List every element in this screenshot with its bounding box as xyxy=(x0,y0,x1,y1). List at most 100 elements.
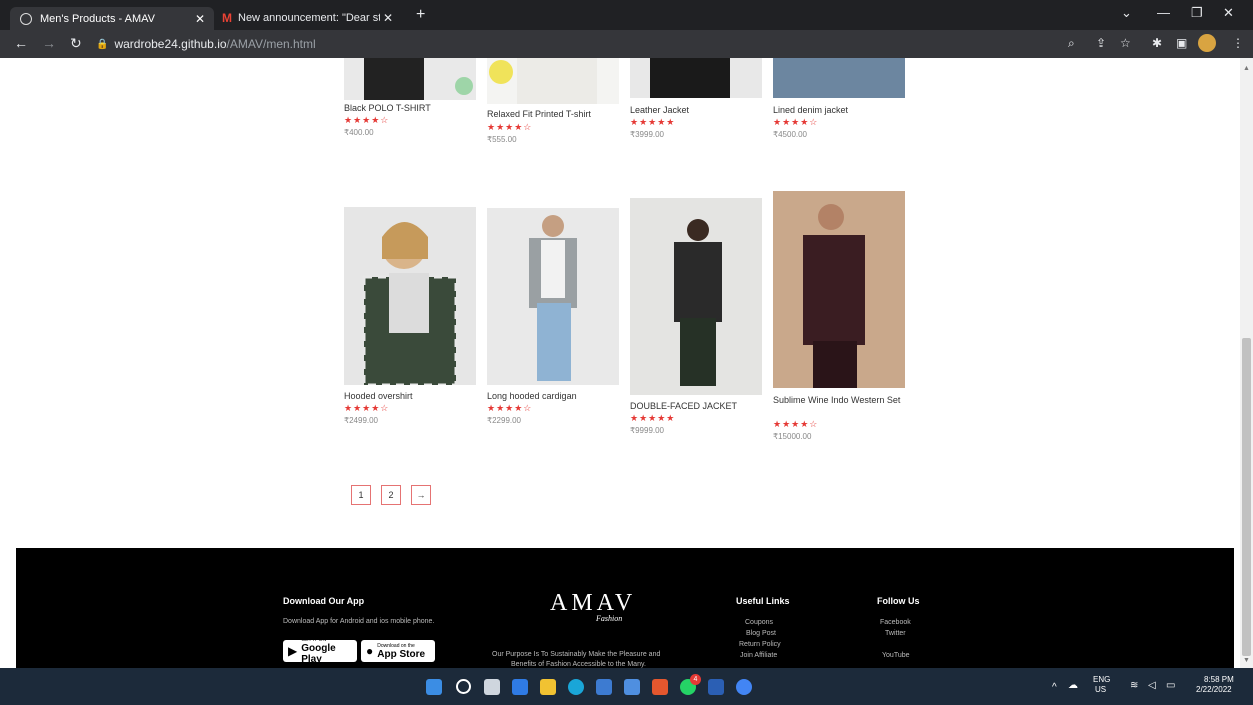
mail-icon[interactable] xyxy=(624,679,640,695)
product-photo xyxy=(674,219,722,386)
widgets-icon[interactable] xyxy=(512,679,528,695)
product-photo xyxy=(803,204,865,388)
wifi-icon[interactable]: ≋ xyxy=(1130,680,1138,691)
product-name[interactable]: Long hooded cardigan xyxy=(487,390,617,402)
language-code[interactable]: ENG xyxy=(1093,675,1110,684)
back-icon[interactable]: ← xyxy=(14,35,28,51)
product-name[interactable]: Black POLO T-SHIRT xyxy=(344,102,474,114)
clock-time[interactable]: 8:58 PM xyxy=(1204,675,1234,684)
windows-start-icon[interactable] xyxy=(426,679,442,695)
tab-gmail[interactable]: M New announcement: "Dear stude ✕ xyxy=(216,6,402,29)
product-name[interactable]: Hooded overshirt xyxy=(344,390,474,402)
play-icon: ▶ xyxy=(288,644,298,658)
volume-icon[interactable]: ◁ xyxy=(1148,680,1156,691)
product-price: ₹4500.00 xyxy=(773,130,808,139)
next-page-button[interactable]: → xyxy=(411,485,431,505)
google-play-button[interactable]: ▶ GET IT ON Google Play xyxy=(283,637,357,665)
whatsapp-badge: 4 xyxy=(690,674,701,685)
apple-icon: ● xyxy=(366,644,374,658)
store-icon[interactable] xyxy=(596,679,612,695)
product-image[interactable] xyxy=(773,191,905,388)
url-field[interactable]: 🔒 wardrobe24.github.io/AMAV/men.html xyxy=(96,33,1096,55)
product-photo xyxy=(650,58,730,98)
maximize-icon[interactable]: ❐ xyxy=(1191,5,1203,21)
profile-avatar[interactable] xyxy=(1198,34,1216,52)
chrome-icon[interactable] xyxy=(736,679,752,695)
rating-stars: ★★★★☆ xyxy=(487,122,533,132)
join-affiliate-link[interactable]: Join Affiliate xyxy=(740,652,777,659)
product-image[interactable] xyxy=(773,58,905,98)
scroll-down-icon[interactable]: ▼ xyxy=(1243,657,1250,664)
product-name[interactable]: Sublime Wine Indo Western Set xyxy=(773,394,903,406)
blog-post-link[interactable]: Blog Post xyxy=(746,630,776,637)
chevron-down-icon[interactable]: ⌄ xyxy=(1121,5,1132,21)
file-explorer-icon[interactable] xyxy=(540,679,556,695)
page-2-button[interactable]: 2 xyxy=(381,485,401,505)
reload-icon[interactable]: ↻ xyxy=(70,35,82,52)
show-hidden-icons[interactable]: ^ xyxy=(1052,682,1057,693)
product-photo xyxy=(529,215,577,381)
word-icon[interactable] xyxy=(708,679,724,695)
purpose-text-line2: Benefits of Fashion Accessible to the Ma… xyxy=(511,661,646,668)
product-price: ₹2299.00 xyxy=(487,416,522,425)
edge-icon[interactable] xyxy=(568,679,584,695)
clock-date[interactable]: 2/22/2022 xyxy=(1196,685,1232,694)
tab-close-icon[interactable]: ✕ xyxy=(192,12,208,26)
product-image[interactable] xyxy=(487,58,619,104)
follow-us-heading: Follow Us xyxy=(877,596,920,606)
product-photo xyxy=(362,222,458,385)
product-price: ₹400.00 xyxy=(344,128,374,137)
twitter-link[interactable]: Twitter xyxy=(885,630,906,637)
product-image[interactable] xyxy=(487,208,619,385)
product-name[interactable]: Lined denim jacket xyxy=(773,104,903,116)
product-image[interactable] xyxy=(344,207,476,385)
youtube-link[interactable]: YouTube xyxy=(882,652,910,659)
app-store-button[interactable]: ● Download on the App Store xyxy=(361,640,435,662)
scroll-up-icon[interactable]: ▲ xyxy=(1243,65,1250,72)
window-close-icon[interactable]: ✕ xyxy=(1223,5,1234,21)
product-name[interactable]: Relaxed Fit Printed T-shirt xyxy=(487,108,617,120)
product-name[interactable]: DOUBLE-FACED JACKET xyxy=(630,400,760,412)
minimize-icon[interactable]: — xyxy=(1157,5,1170,20)
product-photo xyxy=(489,58,597,104)
tab-label: Men's Products - AMAV xyxy=(40,12,155,25)
coupons-link[interactable]: Coupons xyxy=(745,619,773,626)
product-price: ₹555.00 xyxy=(487,135,517,144)
weather-icon[interactable]: ☁ xyxy=(1068,680,1078,691)
tab-close-icon[interactable]: ✕ xyxy=(380,11,396,25)
gmail-icon: M xyxy=(222,10,232,25)
menu-icon[interactable]: ⋮ xyxy=(1232,36,1244,50)
product-image[interactable] xyxy=(630,198,762,395)
share-icon[interactable]: ⇪ xyxy=(1096,36,1106,50)
download-app-heading: Download Our App xyxy=(283,596,365,606)
bookmark-star-icon[interactable]: ☆ xyxy=(1120,36,1131,50)
scrollbar-thumb[interactable] xyxy=(1242,338,1251,656)
product-image[interactable] xyxy=(344,58,476,100)
battery-icon[interactable]: ▭ xyxy=(1166,680,1175,691)
search-icon[interactable] xyxy=(456,679,471,694)
app-store-label: App Store xyxy=(377,648,426,660)
rating-stars: ★★★★★ xyxy=(630,413,676,423)
new-tab-button[interactable]: + xyxy=(416,6,425,24)
facebook-link[interactable]: Facebook xyxy=(880,619,911,626)
extensions-icon[interactable]: ✱ xyxy=(1152,36,1162,50)
google-play-label: Google Play xyxy=(301,643,336,665)
purpose-text-line1: Our Purpose Is To Sustainably Make the P… xyxy=(492,651,661,658)
rating-stars: ★★★★☆ xyxy=(487,403,533,413)
product-price: ₹3999.00 xyxy=(630,130,665,139)
office-icon[interactable] xyxy=(652,679,668,695)
tab-label: New announcement: "Dear stude xyxy=(238,11,380,24)
url-path: /AMAV/men.html xyxy=(226,37,316,51)
sidepanel-icon[interactable]: ▣ xyxy=(1176,36,1187,50)
tab-mens-products[interactable]: Men's Products - AMAV ✕ xyxy=(10,7,214,30)
forward-icon[interactable]: → xyxy=(42,35,56,51)
lock-icon: 🔒 xyxy=(96,38,109,50)
page-1-button[interactable]: 1 xyxy=(351,485,371,505)
product-image[interactable] xyxy=(630,58,762,98)
language-region[interactable]: US xyxy=(1095,685,1106,694)
rating-stars: ★★★★★ xyxy=(630,117,676,127)
product-name[interactable]: Leather Jacket xyxy=(630,104,760,116)
zoom-icon[interactable]: ⌕ xyxy=(1068,36,1075,51)
task-view-icon[interactable] xyxy=(484,679,500,695)
return-policy-link[interactable]: Return Policy xyxy=(739,641,781,648)
